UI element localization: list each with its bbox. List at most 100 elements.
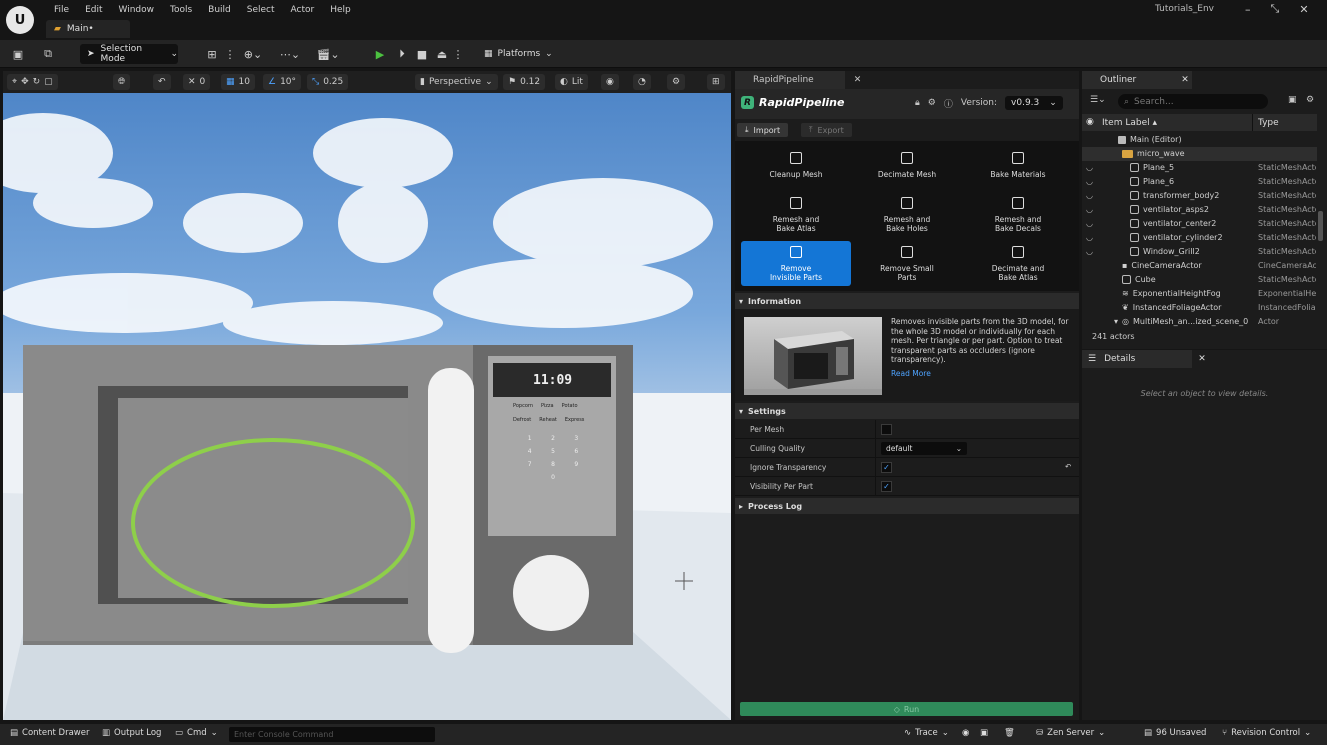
outliner-row[interactable]: ❦InstancedFoliageActor InstancedFoliageA… <box>1082 301 1317 315</box>
add-folder-icon[interactable]: ▣ <box>1288 95 1297 105</box>
visibility-per-part-checkbox[interactable]: ✓ <box>881 481 892 492</box>
select-icon[interactable]: ⌖ <box>12 77 17 87</box>
outliner-row[interactable]: Main (Editor) <box>1082 133 1317 147</box>
rapidpipeline-tab[interactable]: RapidPipeline ✕ <box>735 71 861 89</box>
scale-icon[interactable]: ▢ <box>44 77 53 87</box>
read-more-link[interactable]: Read More <box>891 369 1071 379</box>
menu-actor[interactable]: Actor <box>283 5 323 15</box>
tile-cleanup-mesh[interactable]: Cleanup Mesh <box>741 143 851 188</box>
close-tab-icon[interactable]: ✕ <box>1198 354 1206 364</box>
add-actor-icon[interactable]: ⊕⌄ <box>240 46 266 62</box>
outliner-search[interactable]: ⌕ Search... <box>1118 94 1268 109</box>
eye-icon[interactable]: ◉ <box>1086 117 1094 127</box>
step-icon[interactable]: ⏵ <box>394 46 410 62</box>
eject-icon[interactable]: ⏏ <box>434 46 450 62</box>
rotate-icon[interactable]: ↻ <box>33 77 41 87</box>
zen-server-dropdown[interactable]: ⛁ Zen Server ⌄ <box>1036 728 1105 738</box>
tile-decimate-bake-atlas[interactable]: Decimate and Bake Atlas <box>963 241 1073 286</box>
gear-icon[interactable]: ⚙ <box>928 98 936 108</box>
menu-file[interactable]: File <box>46 5 77 15</box>
close-icon[interactable]: ✕ <box>1299 3 1308 16</box>
help-icon[interactable]: ⓘ <box>944 97 953 110</box>
visibility-icon[interactable]: ◡ <box>1086 163 1093 172</box>
more-icon[interactable]: ⋮ <box>225 46 236 62</box>
platforms-dropdown[interactable]: ▦ Platforms ⌄ <box>484 44 553 64</box>
per-mesh-checkbox[interactable] <box>881 424 892 435</box>
scale-snap[interactable]: ⤡ 0.25 <box>307 74 349 90</box>
menu-help[interactable]: Help <box>322 5 359 15</box>
tile-remesh-bake-atlas[interactable]: Remesh and Bake Atlas <box>741 192 851 237</box>
lock-icon[interactable]: 🔒︎ <box>915 98 920 108</box>
save-icon[interactable]: ▣ <box>10 46 26 62</box>
view-mode-dropdown[interactable]: ◐ Lit <box>555 74 588 90</box>
stop-icon[interactable]: ■ <box>414 46 430 62</box>
unreal-logo-icon[interactable]: U <box>6 6 34 34</box>
layout-button[interactable]: ⊞ <box>707 74 725 90</box>
tile-decimate-mesh[interactable]: Decimate Mesh <box>852 143 962 188</box>
content-browser-icon[interactable]: ⧉ <box>40 46 56 62</box>
outliner-scrollbar[interactable] <box>1318 211 1323 241</box>
tile-bake-materials[interactable]: Bake Materials <box>963 143 1073 188</box>
tile-remesh-bake-holes[interactable]: Remesh and Bake Holes <box>852 192 962 237</box>
unsaved-button[interactable]: ▤ 96 Unsaved <box>1144 728 1206 738</box>
visibility-icon[interactable]: ◡ <box>1086 191 1093 200</box>
output-log-button[interactable]: ▥ Output Log <box>102 728 161 738</box>
camera-speed[interactable]: ⚑ 0.12 <box>503 74 546 90</box>
close-tab-icon[interactable]: ✕ <box>1181 75 1189 85</box>
sequence-icon[interactable]: ⋯⌄ <box>276 46 304 62</box>
outliner-row[interactable]: micro_wave <box>1082 147 1317 161</box>
outliner-row[interactable]: ◡ Plane_6 StaticMeshActor <box>1082 175 1317 189</box>
menu-tools[interactable]: Tools <box>162 5 200 15</box>
blueprint-icon[interactable]: ⊞ <box>204 46 220 62</box>
rotate-snap[interactable]: ↶ <box>153 74 171 90</box>
transform-tools[interactable]: ⌖ ✥ ↻ ▢ <box>7 74 58 90</box>
outliner-row[interactable]: ◡ transformer_body2 StaticMeshActor <box>1082 189 1317 203</box>
item-label-column[interactable]: Item Label ▴ <box>1102 118 1157 128</box>
details-tab[interactable]: ☰ Details ✕ <box>1082 350 1206 368</box>
menu-build[interactable]: Build <box>200 5 239 15</box>
outliner-row[interactable]: ≋ExponentialHeightFog ExponentialHeightF… <box>1082 287 1317 301</box>
outliner-row[interactable]: ▪︎CineCameraActor CineCameraActor <box>1082 259 1317 273</box>
restore-icon[interactable]: ⤡ <box>1271 2 1280 16</box>
trace-dropdown[interactable]: ∿ Trace ⌄ <box>904 728 949 738</box>
outliner-row[interactable]: Cube StaticMeshActor <box>1082 273 1317 287</box>
play-icon[interactable]: ▶ <box>372 46 388 62</box>
visibility-icon[interactable]: ◡ <box>1086 177 1093 186</box>
minimize-icon[interactable]: – <box>1245 3 1251 16</box>
surface-snap[interactable]: ✕ 0 <box>183 74 211 90</box>
menu-window[interactable]: Window <box>111 5 163 15</box>
ignore-transparency-checkbox[interactable]: ✓ <box>881 462 892 473</box>
cmd-dropdown[interactable]: ▭ Cmd ⌄ <box>175 728 218 738</box>
play-options-icon[interactable]: ⋮ <box>453 46 464 62</box>
show-dropdown[interactable]: ◉ <box>601 74 619 90</box>
performance-dropdown[interactable]: ◔ <box>633 74 651 90</box>
move-icon[interactable]: ✥ <box>21 77 29 87</box>
cinematics-icon[interactable]: 🎬︎⌄ <box>314 46 342 62</box>
visibility-icon[interactable]: ◡ <box>1086 233 1093 242</box>
outliner-row[interactable]: ◡ Plane_5 StaticMeshActor <box>1082 161 1317 175</box>
level-tab[interactable]: ▰ Main• <box>46 20 130 38</box>
outliner-row[interactable]: ◡ ventilator_asps2 StaticMeshActor <box>1082 203 1317 217</box>
close-tab-icon[interactable]: ✕ <box>854 75 862 85</box>
run-button[interactable]: ◇ Run <box>740 702 1073 716</box>
process-log-section-header[interactable]: ▸ Process Log <box>735 498 1079 514</box>
level-viewport[interactable]: 11:09 Popcorn Pizza Potato Defrost Rehea… <box>3 93 731 720</box>
reset-icon[interactable]: ↶ <box>1065 462 1071 471</box>
import-button[interactable]: ⤓ Import <box>737 123 789 137</box>
culling-quality-dropdown[interactable]: default ⌄ <box>881 442 967 455</box>
filter-icon[interactable]: ☰⌄ <box>1090 95 1106 105</box>
menu-edit[interactable]: Edit <box>77 5 110 15</box>
visibility-icon[interactable]: ◡ <box>1086 247 1093 256</box>
settings-section-header[interactable]: ▾ Settings <box>735 403 1079 419</box>
gear-icon[interactable]: ⚙ <box>1306 95 1314 105</box>
settings-dropdown[interactable]: ⚙ <box>667 74 686 90</box>
type-column[interactable]: Type <box>1258 118 1279 128</box>
tile-remesh-bake-decals[interactable]: Remesh and Bake Decals <box>963 192 1073 237</box>
record-icon[interactable]: ◉ <box>962 728 969 738</box>
version-dropdown[interactable]: v0.9.3 ⌄ <box>1005 96 1063 110</box>
menu-select[interactable]: Select <box>239 5 283 15</box>
visibility-icon[interactable]: ◡ <box>1086 219 1093 228</box>
revision-control-dropdown[interactable]: ⑂ Revision Control ⌄ <box>1222 728 1311 738</box>
screenshot-icon[interactable]: ▣ <box>980 728 988 738</box>
trash-icon[interactable]: 🗑︎ <box>1004 728 1015 738</box>
